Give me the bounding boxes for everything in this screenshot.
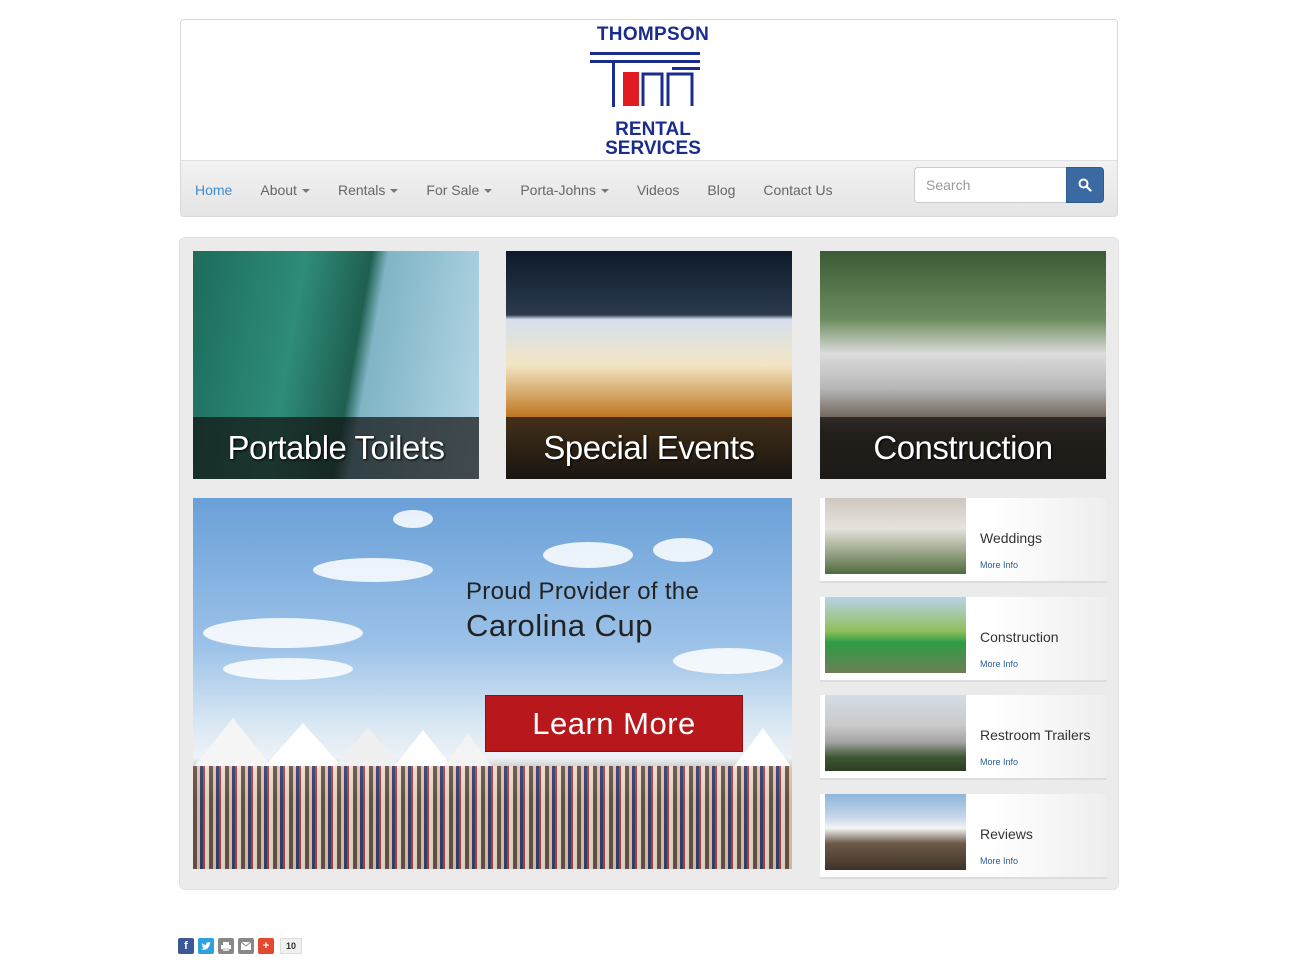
nav-item-rentals[interactable]: Rentals — [324, 182, 412, 198]
search-form — [914, 167, 1104, 203]
tile-label: Portable Toilets — [227, 429, 445, 466]
weddings-thumbnail — [825, 498, 966, 574]
tile-caption: Portable Toilets — [193, 417, 479, 479]
twitter-icon[interactable] — [198, 938, 214, 954]
cloud-shape — [203, 618, 363, 648]
tile-label: Construction — [873, 429, 1053, 466]
side-item-weddings[interactable]: Weddings More Info — [820, 498, 1107, 581]
cloud-shape — [543, 542, 633, 568]
search-button[interactable] — [1066, 167, 1104, 203]
more-info-link[interactable]: More Info — [980, 856, 1018, 866]
nav-label: Rentals — [337, 181, 386, 198]
nav-item-about[interactable]: About — [246, 182, 324, 198]
caret-down-icon — [600, 188, 609, 193]
nav-item-porta-johns[interactable]: Porta-Johns — [506, 182, 622, 198]
caret-down-icon — [484, 188, 493, 193]
more-share-icon[interactable]: + — [258, 938, 274, 954]
carolina-cup-banner[interactable]: Proud Provider of the Carolina Cup Learn… — [193, 498, 792, 869]
logo-tagline: RENTAL SERVICES — [588, 120, 718, 158]
caret-down-icon — [301, 188, 310, 193]
twitter-bird-shape — [201, 941, 211, 950]
facebook-icon[interactable]: f — [178, 938, 194, 954]
nav-label: Home — [195, 181, 233, 198]
logo-services: SERVICES — [605, 138, 701, 159]
printer-shape — [221, 941, 231, 951]
envelope-shape — [241, 942, 251, 950]
nav-label: Contact Us — [763, 181, 833, 198]
share-count: 10 — [280, 938, 303, 954]
cloud-shape — [393, 510, 433, 528]
nav-item-contact-us[interactable]: Contact Us — [749, 182, 846, 198]
more-info-link[interactable]: More Info — [980, 757, 1018, 767]
search-input[interactable] — [914, 167, 1066, 203]
nav-label: About — [260, 181, 297, 198]
site-header: THOMPSON RENTAL SERVICES Home About Rent… — [180, 19, 1118, 217]
reviews-thumbnail — [825, 794, 966, 870]
caret-down-icon — [390, 188, 399, 193]
side-item-title: Weddings — [980, 530, 1043, 546]
side-item-restroom-trailers[interactable]: Restroom Trailers More Info — [820, 695, 1107, 778]
logo-name: THOMPSON — [596, 24, 710, 45]
side-item-reviews[interactable]: Reviews More Info — [820, 794, 1107, 877]
category-tile-construction[interactable]: Construction — [820, 251, 1106, 479]
email-icon[interactable] — [238, 938, 254, 954]
category-tile-portable-toilets[interactable]: Portable Toilets — [193, 251, 479, 479]
side-item-title: Reviews — [980, 826, 1033, 842]
nav-item-blog[interactable]: Blog — [693, 182, 749, 198]
cloud-shape — [223, 658, 353, 680]
logo-mark-icon — [590, 52, 700, 107]
nav-menu: Home About Rentals For Sale Porta-Johns … — [181, 161, 847, 216]
banner-subheading: Carolina Cup — [466, 608, 653, 643]
nav-item-for-sale[interactable]: For Sale — [412, 182, 506, 198]
company-logo[interactable]: THOMPSON RENTAL SERVICES — [588, 24, 718, 160]
nav-item-videos[interactable]: Videos — [623, 182, 694, 198]
nav-label: For Sale — [426, 181, 480, 198]
print-icon[interactable] — [218, 938, 234, 954]
logo-rental: RENTAL — [615, 119, 691, 140]
main-content: Portable Toilets Special Events Construc… — [179, 237, 1119, 890]
nav-label: Porta-Johns — [520, 181, 596, 198]
cloud-shape — [653, 538, 713, 562]
banner-heading: Proud Provider of the — [466, 578, 700, 605]
restroom-trailers-thumbnail — [825, 695, 966, 771]
tile-caption: Construction — [820, 417, 1106, 479]
tile-label: Special Events — [543, 429, 755, 466]
nav-label: Videos — [636, 181, 680, 198]
learn-more-button[interactable]: Learn More — [485, 695, 743, 752]
share-bar: f + 10 — [178, 938, 303, 954]
construction-thumbnail — [825, 597, 966, 673]
more-info-link[interactable]: More Info — [980, 659, 1018, 669]
side-item-construction[interactable]: Construction More Info — [820, 597, 1107, 680]
crowd-graphic — [193, 766, 792, 869]
more-info-link[interactable]: More Info — [980, 560, 1018, 570]
nav-label: Blog — [707, 181, 736, 198]
category-tile-special-events[interactable]: Special Events — [506, 251, 792, 479]
main-navbar: Home About Rentals For Sale Porta-Johns … — [181, 160, 1117, 216]
cloud-shape — [673, 648, 783, 674]
side-item-title: Construction — [980, 629, 1059, 645]
tile-caption: Special Events — [506, 417, 792, 479]
side-item-title: Restroom Trailers — [980, 727, 1091, 743]
search-icon — [1078, 178, 1092, 192]
cloud-shape — [313, 558, 433, 582]
nav-item-home[interactable]: Home — [181, 182, 246, 198]
